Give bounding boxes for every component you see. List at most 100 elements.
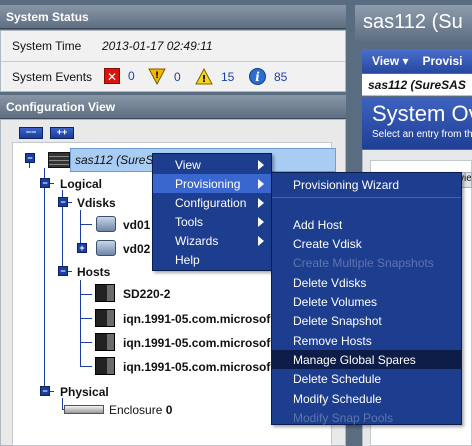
provisioning-submenu: Provisioning Wizard Add Host Create Vdis… [271, 172, 462, 425]
menu-item-label: Provisioning [175, 177, 241, 191]
vdisk-icon [96, 216, 116, 232]
info-events[interactable]: i 85 [249, 68, 287, 85]
submenu-add-host[interactable]: Add Host [272, 215, 461, 234]
system-time-row: System Time 2013-01-17 02:49:11 [1, 31, 345, 61]
menu-item-label: Help [175, 253, 200, 267]
submenu-arrow-icon [258, 160, 264, 170]
menu-item-label: Tools [175, 215, 204, 229]
tree-node-root[interactable]: sas112 (SureS [75, 153, 154, 167]
vdisk-icon [96, 240, 116, 256]
submenu-divider [272, 197, 461, 198]
context-menu: View Provisioning Configuration Tools Wi… [152, 153, 272, 271]
submenu-modify-schedule[interactable]: Modify Schedule [272, 389, 461, 408]
right-menubar: View ▾ Provisi [362, 49, 472, 73]
menu-view-label: View [372, 54, 400, 68]
configuration-view-title: Configuration View [6, 100, 116, 114]
enclosure-label: Enclosure [109, 403, 163, 417]
system-time-value: 2013-01-17 02:49:11 [102, 39, 213, 53]
tree-line [80, 294, 92, 295]
menu-item-wizards[interactable]: Wizards [153, 231, 271, 250]
tree-line [80, 224, 92, 225]
right-subtitle: sas112 (SureSAS [362, 74, 472, 96]
menu-item-configuration[interactable]: Configuration [153, 193, 271, 212]
system-header: sas112 (Su [355, 5, 472, 41]
enclosure-number: 0 [165, 403, 173, 417]
tree-node-vd01[interactable]: vd01 [123, 218, 150, 232]
menu-view[interactable]: View ▾ [372, 54, 409, 68]
submenu-create-vdisk[interactable]: Create Vdisk [272, 234, 461, 253]
tree-node-logical[interactable]: Logical [60, 177, 102, 191]
tree-line [80, 318, 92, 319]
menu-item-provisioning[interactable]: Provisioning [153, 174, 271, 193]
error-count: 0 [174, 69, 181, 84]
system-status-panel: System Time 2013-01-17 02:49:11 System E… [0, 30, 346, 92]
submenu-modify-snap-pools: Modify Snap Pools [293, 411, 394, 425]
critical-events[interactable]: ✕ 0 [104, 68, 135, 84]
error-events[interactable]: ! 0 [148, 68, 181, 86]
vdisks-toggle[interactable]: − [58, 197, 68, 207]
tree-node-hosts[interactable]: Hosts [77, 265, 110, 279]
submenu-delete-schedule[interactable]: Delete Schedule [272, 369, 461, 388]
submenu-arrow-icon [258, 217, 264, 227]
tree-node-host[interactable]: iqn.1991-05.com.microsof [123, 312, 270, 326]
vd02-toggle[interactable]: + [77, 243, 87, 253]
tree-node-vd02[interactable]: vd02 [123, 242, 150, 256]
menu-item-label: Configuration [175, 196, 247, 210]
submenu-provisioning-wizard[interactable]: Provisioning Wizard [272, 175, 461, 194]
submenu-delete-vdisks[interactable]: Delete Vdisks [272, 273, 461, 292]
submenu-create-multiple-snapshots: Create Multiple Snapshots [293, 256, 434, 270]
menu-item-tools[interactable]: Tools [153, 212, 271, 231]
configuration-view-header: Configuration View [0, 95, 346, 119]
submenu-arrow-icon [258, 179, 264, 189]
root-toggle[interactable]: − [25, 153, 35, 163]
host-icon [95, 357, 115, 375]
error-shield-icon: ! [148, 68, 166, 86]
hosts-toggle[interactable]: − [58, 266, 68, 276]
submenu-delete-snapshot[interactable]: Delete Snapshot [272, 311, 461, 330]
system-events-label: System Events [12, 70, 93, 84]
tree-line [44, 168, 45, 390]
physical-toggle[interactable]: − [40, 386, 50, 396]
logical-toggle[interactable]: − [40, 178, 50, 188]
system-status-header: System Status [0, 5, 346, 29]
system-time-label: System Time [12, 39, 82, 53]
tree-line [80, 342, 92, 343]
menu-item-help[interactable]: Help [153, 250, 271, 269]
system-events-row: System Events ✕ 0 ! 0 ! 15 i 85 [1, 61, 345, 91]
collapse-all-button[interactable]: −− [19, 127, 43, 139]
warning-triangle-icon: ! [195, 67, 213, 85]
system-status-title: System Status [6, 10, 89, 24]
tree-line [80, 366, 92, 367]
host-icon [95, 333, 115, 351]
svg-text:!: ! [155, 71, 159, 81]
submenu-delete-volumes[interactable]: Delete Volumes [272, 292, 461, 311]
menu-item-view[interactable]: View [153, 155, 271, 174]
info-count: 85 [274, 69, 288, 84]
warning-count: 15 [221, 69, 235, 84]
menu-item-label: View [175, 158, 201, 172]
tree-node-host[interactable]: SD220-2 [123, 287, 170, 301]
overview-title: System Ov [372, 101, 472, 126]
critical-x-icon: ✕ [104, 68, 120, 84]
menu-provisioning[interactable]: Provisi [423, 54, 463, 68]
submenu-remove-hosts[interactable]: Remove Hosts [272, 331, 461, 350]
enclosure-icon [64, 405, 104, 414]
info-icon: i [249, 68, 266, 85]
submenu-manage-global-spares[interactable]: Manage Global Spares [272, 350, 461, 369]
tree-node-host[interactable]: iqn.1991-05.com.microsof [123, 360, 270, 374]
tree-node-physical[interactable]: Physical [60, 385, 109, 399]
tree-node-host[interactable]: iqn.1991-05.com.microsof [123, 336, 270, 350]
expand-all-button[interactable]: ++ [50, 127, 74, 139]
critical-count: 0 [128, 69, 135, 83]
system-overview-banner: System Ov Select an entry from th [362, 97, 472, 149]
submenu-arrow-icon [258, 198, 264, 208]
host-icon [95, 284, 115, 302]
tree-node-vdisks[interactable]: Vdisks [77, 196, 116, 210]
system-header-title: sas112 (Su [363, 11, 463, 33]
menu-item-label: Wizards [175, 234, 219, 248]
tree-node-enclosure[interactable]: Enclosure 0 [109, 403, 172, 417]
warning-events[interactable]: ! 15 [195, 67, 235, 85]
host-icon [95, 309, 115, 327]
storage-system-icon [48, 152, 70, 168]
submenu-arrow-icon [258, 236, 264, 246]
